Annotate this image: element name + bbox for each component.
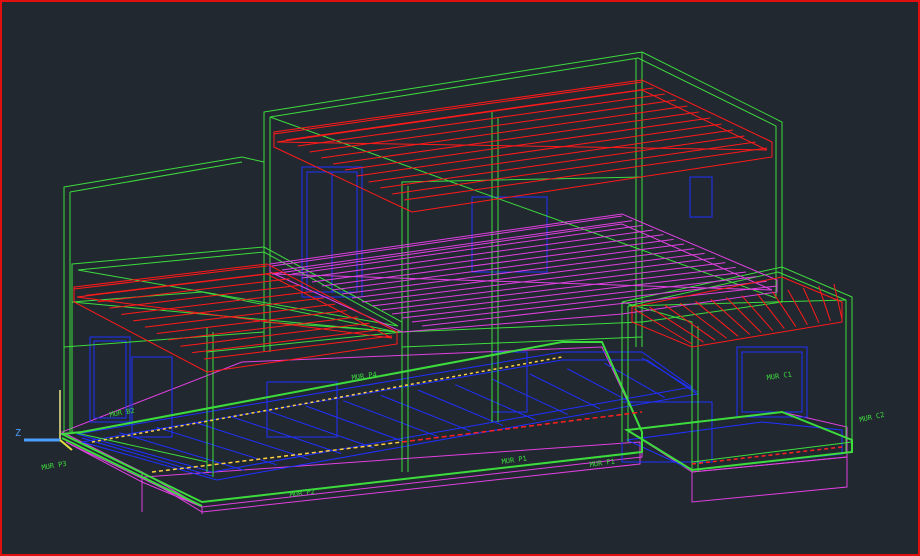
roof-joist bbox=[321, 105, 688, 159]
roof-joist bbox=[285, 87, 654, 141]
label-mur-c1: MUR C1 bbox=[766, 371, 792, 382]
label-mur-b2: MUR B2 bbox=[109, 407, 135, 419]
floor-joist bbox=[391, 271, 747, 315]
foundation-slab bbox=[60, 346, 848, 514]
label-mur-p4: MUR P4 bbox=[351, 371, 377, 382]
roof-joist bbox=[649, 306, 704, 343]
ground-floor-framing bbox=[76, 166, 843, 481]
ground-joist bbox=[529, 373, 601, 410]
axis-z-label: Z bbox=[15, 428, 21, 439]
ground-joist bbox=[492, 378, 568, 415]
ground-joist bbox=[231, 416, 342, 455]
roof-joist bbox=[297, 93, 665, 147]
roof-joist bbox=[756, 293, 785, 329]
ground-joist bbox=[343, 400, 439, 438]
label-mur-p2: MUR P2 bbox=[289, 488, 315, 499]
cad-viewport[interactable]: MUR B2 MUR P1 MUR P2 MUR P3 MUR P4 MUR C… bbox=[0, 0, 920, 556]
ucs-axis-icon: Z bbox=[15, 390, 73, 451]
floor-joist bbox=[421, 285, 778, 327]
label-mur-p3: MUR P3 bbox=[41, 460, 67, 472]
ground-joist bbox=[641, 357, 698, 393]
roof-joist bbox=[368, 129, 733, 183]
ground-joist bbox=[455, 384, 536, 421]
floor-joist bbox=[401, 276, 757, 319]
house-3d-wireframe[interactable]: MUR B2 MUR P1 MUR P2 MUR P3 MUR P4 MUR C… bbox=[2, 2, 918, 554]
wall-labels: MUR B2 MUR P1 MUR P2 MUR P3 MUR P4 MUR C… bbox=[41, 371, 885, 499]
ground-joist bbox=[380, 394, 471, 432]
roof-joist bbox=[333, 111, 699, 165]
floor-joist bbox=[351, 252, 705, 299]
roof-joist bbox=[356, 123, 722, 177]
roof-joist bbox=[403, 147, 768, 201]
roof-joist bbox=[309, 99, 677, 153]
roof-joist bbox=[741, 295, 774, 331]
roof-joist bbox=[710, 299, 751, 335]
roof-joist bbox=[802, 287, 820, 324]
floor-joist bbox=[371, 262, 726, 307]
upper-roof-joists bbox=[273, 79, 773, 213]
ground-joist bbox=[417, 389, 504, 427]
ground-joist bbox=[193, 421, 310, 460]
sill-lines bbox=[91, 356, 843, 473]
label-mur-c2: MUR C2 bbox=[859, 411, 885, 424]
ground-joist bbox=[268, 410, 374, 449]
floor-joist bbox=[361, 257, 716, 303]
label-mur-p1: MUR P1 bbox=[501, 455, 527, 466]
left-roof-joists bbox=[73, 263, 398, 373]
